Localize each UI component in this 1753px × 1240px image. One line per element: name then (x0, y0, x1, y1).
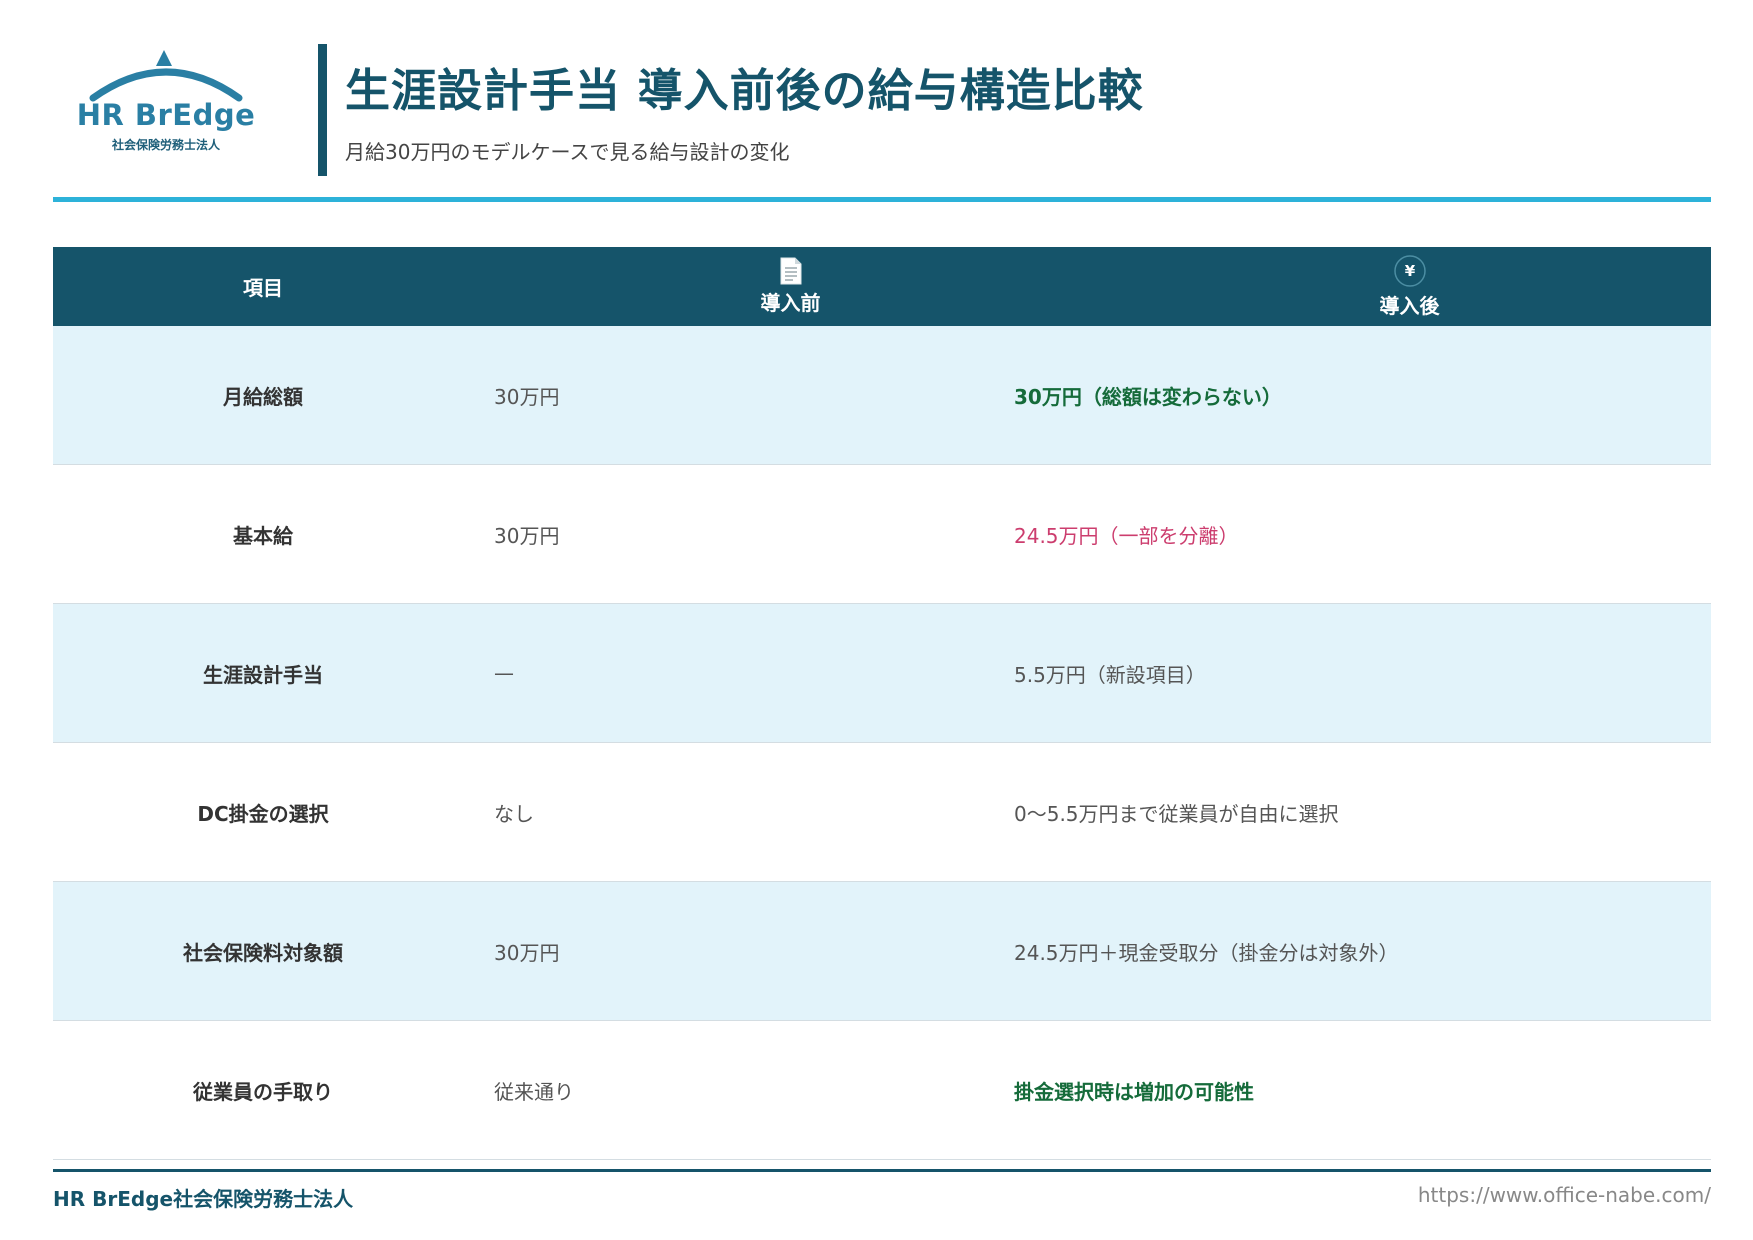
header: HR BrEdge 社会保険労務士法人 生涯設計手当 導入前後の給与構造比較 月… (53, 0, 1711, 203)
footer-divider (53, 1169, 1711, 1172)
logo: HR BrEdge 社会保険労務士法人 (71, 48, 261, 158)
page-title: 生涯設計手当 導入前後の給与構造比較 (345, 64, 1144, 117)
row-item: 生涯設計手当 (203, 662, 323, 687)
row-before: 30万円 (494, 384, 560, 409)
table-row: DC掛金の選択 なし 0〜5.5万円まで従業員が自由に選択 (53, 743, 1711, 882)
header-before: 導入前 (473, 247, 1108, 326)
row-before: 30万円 (494, 523, 560, 548)
footer-url[interactable]: https://www.office-nabe.com/ (1418, 1183, 1711, 1207)
yen-icon: ¥ (1393, 255, 1426, 287)
page: HR BrEdge 社会保険労務士法人 生涯設計手当 導入前後の給与構造比較 月… (53, 0, 1711, 1211)
title-accent-bar (318, 44, 327, 176)
row-before: 従来通り (494, 1079, 574, 1104)
document-icon (780, 257, 801, 285)
row-item: 基本給 (233, 523, 293, 548)
header-item: 項目 (53, 247, 473, 326)
row-before: なし (494, 801, 534, 826)
header-item-label: 項目 (243, 276, 283, 300)
row-item: 社会保険料対象額 (183, 940, 343, 965)
logo-name: HR BrEdge (76, 98, 256, 132)
yen-glyph: ¥ (1404, 262, 1415, 280)
row-before: — (494, 661, 514, 685)
header-before-label: 導入前 (760, 291, 821, 315)
table-row: 月給総額 30万円 30万円（総額は変わらない） (53, 326, 1711, 465)
row-after: 30万円（総額は変わらない） (1014, 384, 1282, 409)
row-after: 24.5万円＋現金受取分（掛金分は対象外） (1014, 940, 1399, 965)
row-before: 30万円 (494, 940, 560, 965)
footer-company: HR BrEdge社会保険労務士法人 (53, 1187, 354, 1211)
row-after: 24.5万円（一部を分離） (1014, 523, 1239, 548)
table-row: 社会保険料対象額 30万円 24.5万円＋現金受取分（掛金分は対象外） (53, 882, 1711, 1021)
table-header: 項目 導入前 ¥ 導入後 (53, 247, 1711, 326)
header-divider (53, 197, 1711, 202)
table-row: 基本給 30万円 24.5万円（一部を分離） (53, 465, 1711, 604)
logo-subtitle: 社会保険労務士法人 (111, 138, 220, 152)
row-after: 0〜5.5万円まで従業員が自由に選択 (1014, 801, 1339, 826)
header-after: ¥ 導入後 (1108, 247, 1711, 326)
page-subtitle: 月給30万円のモデルケースで見る給与設計の変化 (345, 140, 790, 164)
row-item: 月給総額 (223, 384, 303, 409)
table-row: 従業員の手取り 従来通り 掛金選択時は増加の可能性 (53, 1021, 1711, 1160)
header-after-label: 導入後 (1379, 294, 1440, 318)
table-row: 生涯設計手当 — 5.5万円（新設項目） (53, 604, 1711, 743)
comparison-table: 項目 導入前 ¥ 導入後 月給総額 30万円 30万円（総額は変わらない） 基本… (53, 247, 1711, 1160)
row-item: 従業員の手取り (193, 1079, 333, 1104)
row-after: 掛金選択時は増加の可能性 (1014, 1079, 1254, 1104)
row-after: 5.5万円（新設項目） (1014, 662, 1206, 687)
row-item: DC掛金の選択 (197, 801, 329, 826)
